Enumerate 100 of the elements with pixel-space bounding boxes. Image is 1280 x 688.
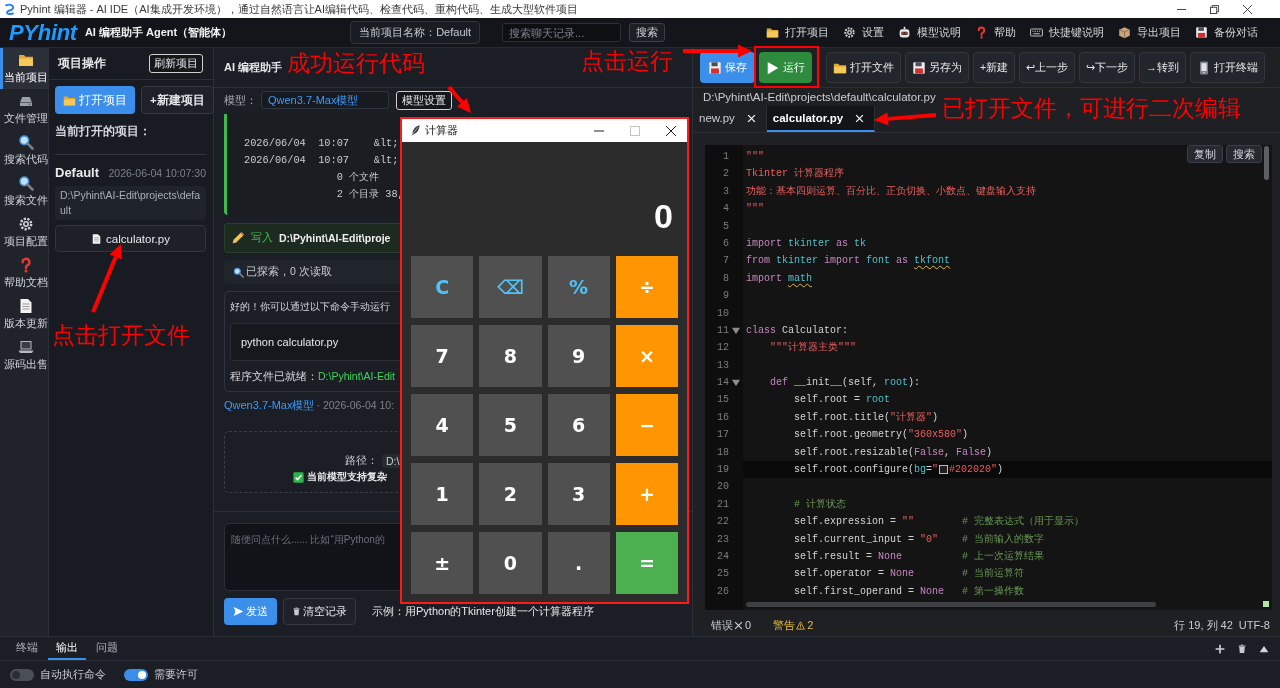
line-number: 20 xyxy=(716,480,729,495)
line-number: 22 xyxy=(716,515,729,530)
sidebar-item[interactable]: 版本更新 xyxy=(0,294,48,335)
line-number: 25 xyxy=(716,567,729,582)
calculator-key[interactable]: % xyxy=(547,256,610,318)
toolbar-button[interactable]: 打开终端 xyxy=(1189,52,1265,83)
toggle-label: 需要许可 xyxy=(154,667,198,682)
trash-icon[interactable] xyxy=(1237,643,1247,654)
fold-icon[interactable] xyxy=(732,326,740,335)
toolbar-button[interactable]: →转到 xyxy=(1139,52,1186,83)
section-label: 当前打开的项目： xyxy=(55,124,152,139)
clear-history-button[interactable]: 清空记录 xyxy=(283,598,356,625)
code-text: class Calculator: xyxy=(746,323,849,338)
copy-button[interactable]: 复制 xyxy=(1187,145,1223,163)
toolbar-button[interactable]: ↩上一步 xyxy=(1019,52,1076,83)
sidebar-item[interactable]: 帮助文档 xyxy=(0,253,48,294)
editor-tab[interactable]: calculator.py xyxy=(766,106,876,132)
scrollbar-thumb[interactable] xyxy=(746,602,1156,607)
calculator-key[interactable]: 4 xyxy=(411,394,474,456)
error-label: 错误 xyxy=(711,617,733,633)
path-label: 路径： xyxy=(345,454,378,468)
menu-button[interactable]: 打开项目 xyxy=(766,25,829,40)
code-text: self.root = root xyxy=(793,393,891,408)
refresh-button[interactable]: 刷新项目 xyxy=(149,54,203,73)
calculator-key[interactable]: 9 xyxy=(547,325,610,387)
calculator-key[interactable]: 3 xyxy=(547,463,610,525)
menu-button[interactable]: 快捷键说明 xyxy=(1030,25,1104,40)
calculator-key[interactable]: ⌫ xyxy=(479,256,542,318)
panel-tab[interactable]: 问题 xyxy=(88,637,126,660)
menu-button[interactable]: 帮助 xyxy=(975,25,1016,40)
panel-tab[interactable]: 终端 xyxy=(8,637,46,660)
search-button[interactable]: 搜索 xyxy=(1226,145,1262,163)
folder-icon xyxy=(17,52,34,68)
close-icon[interactable] xyxy=(1243,4,1252,14)
save-icon xyxy=(708,60,722,75)
toolbar-button[interactable]: 打开文件 xyxy=(826,52,901,83)
sidebar-item[interactable]: 文件管理 xyxy=(0,89,48,130)
restore-icon[interactable] xyxy=(1210,4,1219,14)
line-number: 23 xyxy=(716,532,729,547)
search-button[interactable]: 搜索 xyxy=(629,23,665,42)
line-number: 1 xyxy=(722,150,729,164)
calculator-key[interactable]: C xyxy=(411,256,474,318)
write-label: 写入 xyxy=(251,231,273,245)
model-select[interactable]: Qwen3.7-Max模型 xyxy=(261,91,389,109)
settings-icon xyxy=(843,26,856,39)
command-output: 2026/06/04 10:07 &lt; 2026/06/04 10:07 &lt; 0 个文件 2 个目录 38, xyxy=(224,114,403,215)
fold-icon[interactable] xyxy=(732,378,740,387)
model-link[interactable]: Qwen3.7-Max模型 xyxy=(224,398,315,413)
calculator-key[interactable]: 2 xyxy=(479,463,542,525)
code-text: Tkinter 计算器程序 xyxy=(746,166,844,182)
code-text: 功能：基本四则运算、百分比、正负切换、小数点、键盘输入支持 xyxy=(746,184,1036,199)
calculator-key[interactable]: ± xyxy=(411,532,474,594)
toolbar-button[interactable]: 另存为 xyxy=(905,52,969,83)
code-text: self.operator = None # 当前运算符 xyxy=(793,567,1025,582)
folder-icon xyxy=(766,26,779,39)
add-icon[interactable] xyxy=(1215,643,1225,654)
panel-tab[interactable]: 输出 xyxy=(48,637,86,660)
calculator-key[interactable]: 6 xyxy=(547,394,610,456)
menu-button[interactable]: 设置 xyxy=(843,25,884,40)
sidebar-item[interactable]: 搜索代码 xyxy=(0,130,48,171)
calculator-key[interactable]: 1 xyxy=(411,463,474,525)
close-icon[interactable] xyxy=(666,125,676,136)
calculator-key[interactable]: 7 xyxy=(411,325,474,387)
line-number: 3 xyxy=(722,184,729,199)
toolbar-button[interactable]: +新建 xyxy=(973,52,1016,83)
annotation-text: 成功运行代码 xyxy=(287,49,425,77)
play-icon xyxy=(766,60,780,75)
editor-tab[interactable]: new.py xyxy=(693,106,767,132)
laptop-icon xyxy=(17,339,34,355)
menu-button[interactable]: 导出项目 xyxy=(1118,25,1181,40)
example-text: 示例：用Python的Tkinter创建一个计算器程序 xyxy=(372,604,594,619)
sidebar-item[interactable]: 当前项目 xyxy=(0,48,48,89)
sidebar-item[interactable]: 项目配置 xyxy=(0,212,48,253)
message-time: · 2026-06-04 10: xyxy=(316,399,395,411)
menu-button[interactable]: 模型说明 xyxy=(898,25,961,40)
model-settings-button[interactable]: 模型设置 xyxy=(396,90,452,110)
highlight-frame xyxy=(754,46,819,88)
calculator-key[interactable]: . xyxy=(547,532,610,594)
toggle-switch[interactable] xyxy=(10,668,34,681)
calculator-key[interactable]: 8 xyxy=(479,325,542,387)
file-item[interactable]: calculator.py xyxy=(55,225,206,252)
file-icon xyxy=(91,232,103,245)
annotation-text: 点击运行 xyxy=(581,47,673,75)
code-text: self.root.geometry("360x580") xyxy=(793,428,969,443)
error-count: 0 xyxy=(745,619,752,631)
calculator-key[interactable]: 0 xyxy=(479,532,542,594)
calculator-key[interactable]: 5 xyxy=(479,394,542,456)
scrollbar-thumb[interactable] xyxy=(1264,146,1269,180)
toggle-switch[interactable] xyxy=(124,668,148,681)
toolbar-button[interactable]: ↪下一步 xyxy=(1079,52,1136,83)
menu-button[interactable]: 备份对话 xyxy=(1195,25,1258,40)
project-path: D:\Pyhint\AI-Edit\projects\default xyxy=(55,186,206,220)
sidebar-item[interactable]: 源码出售 xyxy=(0,335,48,376)
toolbar-button[interactable]: 运行 xyxy=(759,52,812,83)
search-field[interactable]: 搜索聊天记录... xyxy=(502,23,621,42)
new-project-button[interactable]: +新建项目 xyxy=(141,86,214,114)
sidebar-item[interactable]: 搜索文件 xyxy=(0,171,48,212)
code-text: """ xyxy=(746,150,764,164)
project-name: Default xyxy=(55,165,100,180)
chat-input[interactable]: 随便问点什么...... 比如“用Python的 xyxy=(224,523,403,591)
